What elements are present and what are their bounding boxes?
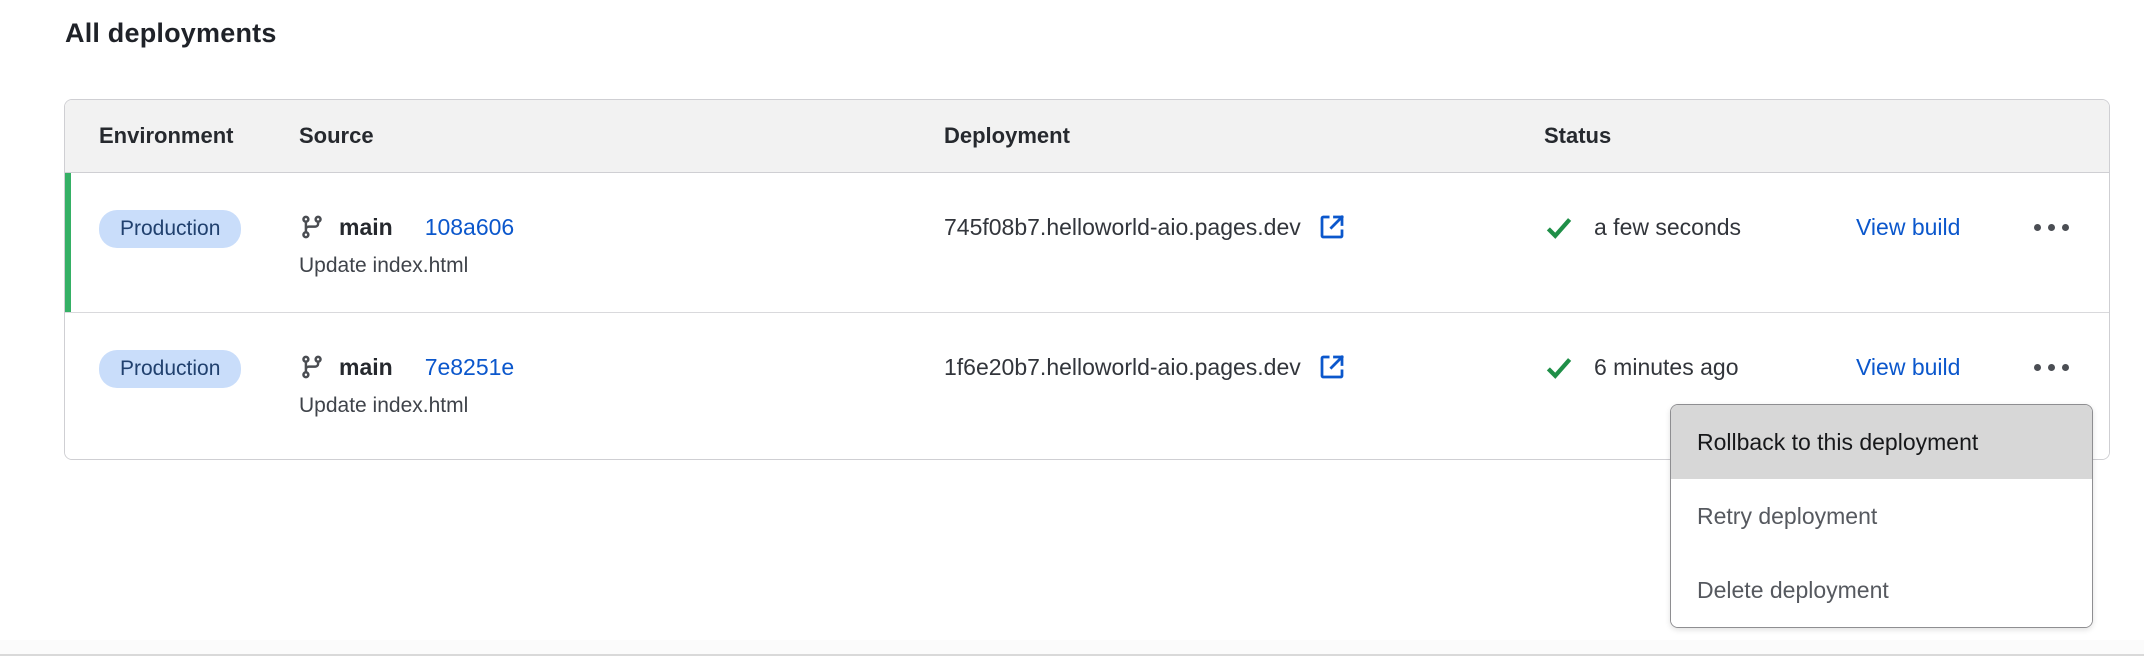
column-header-source: Source: [299, 123, 944, 149]
view-build-link[interactable]: View build: [1856, 214, 1960, 241]
deployment-url: 745f08b7.helloworld-aio.pages.dev: [944, 214, 1301, 241]
dot: [2062, 364, 2069, 371]
environment-badge: Production: [99, 350, 241, 388]
external-link-icon[interactable]: [1317, 212, 1347, 242]
commit-message: Update index.html: [299, 254, 944, 278]
commit-link[interactable]: 7e8251e: [425, 354, 515, 381]
source-cell: main 108a606 Update index.html: [299, 173, 944, 312]
status-time: a few seconds: [1594, 214, 1741, 241]
deployment-context-menu: Rollback to this deployment Retry deploy…: [1670, 404, 2093, 628]
external-link-icon[interactable]: [1317, 352, 1347, 382]
source-cell: main 7e8251e Update index.html: [299, 313, 944, 459]
page-title: All deployments: [65, 18, 277, 49]
status-cell: a few seconds View build: [1544, 210, 2109, 244]
commit-message: Update index.html: [299, 394, 944, 418]
checkmark-icon: [1544, 352, 1574, 382]
git-branch-icon: [299, 354, 325, 380]
environment-cell: Production: [65, 313, 299, 459]
branch-name: main: [339, 214, 393, 241]
dot: [2034, 364, 2041, 371]
environment-badge: Production: [99, 210, 241, 248]
table-header-row: Environment Source Deployment Status: [65, 100, 2109, 173]
checkmark-icon: [1544, 212, 1574, 242]
dot: [2048, 224, 2055, 231]
commit-link[interactable]: 108a606: [425, 214, 515, 241]
table-row: Production main 108a606 Update index.htm…: [65, 173, 2109, 312]
deployment-cell: 1f6e20b7.helloworld-aio.pages.dev: [944, 313, 1544, 459]
status-cell: 6 minutes ago View build: [1544, 350, 2109, 384]
section-divider: [0, 640, 2144, 656]
deployment-url: 1f6e20b7.helloworld-aio.pages.dev: [944, 354, 1301, 381]
dot: [2048, 364, 2055, 371]
menu-item-retry[interactable]: Retry deployment: [1671, 479, 2092, 553]
status-time: 6 minutes ago: [1594, 354, 1738, 381]
ellipsis-menu-icon[interactable]: [2030, 354, 2073, 381]
dot: [2062, 224, 2069, 231]
menu-item-rollback[interactable]: Rollback to this deployment: [1671, 405, 2092, 479]
environment-cell: Production: [65, 173, 299, 312]
ellipsis-menu-icon[interactable]: [2030, 214, 2073, 241]
dot: [2034, 224, 2041, 231]
view-build-link[interactable]: View build: [1856, 354, 1960, 381]
git-branch-icon: [299, 214, 325, 240]
column-header-environment: Environment: [65, 123, 299, 149]
column-header-status: Status: [1544, 123, 2109, 149]
current-deployment-indicator-bar: [65, 173, 71, 312]
menu-item-delete[interactable]: Delete deployment: [1671, 553, 2092, 627]
deployment-cell: 745f08b7.helloworld-aio.pages.dev: [944, 173, 1544, 312]
branch-name: main: [339, 354, 393, 381]
column-header-deployment: Deployment: [944, 123, 1544, 149]
